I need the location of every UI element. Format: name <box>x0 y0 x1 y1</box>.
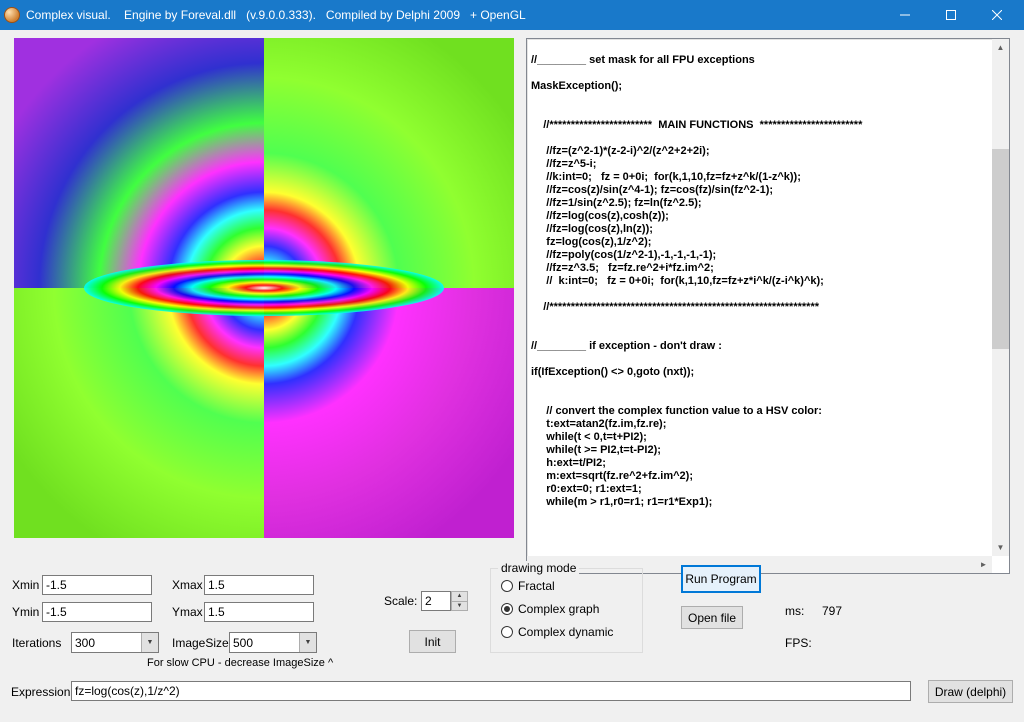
ms-value: 797 <box>822 604 842 618</box>
scroll-right-icon[interactable]: ► <box>975 556 992 573</box>
chevron-down-icon[interactable]: ▼ <box>141 633 158 652</box>
minimize-button[interactable] <box>882 0 928 30</box>
fps-label: FPS: <box>785 636 812 650</box>
vertical-scrollbar[interactable]: ▲ ▼ <box>992 39 1009 556</box>
drawing-mode-legend: drawing mode <box>498 561 579 575</box>
cpu-hint: For slow CPU - decrease ImageSize ^ <box>147 657 333 669</box>
init-button[interactable]: Init <box>409 630 456 653</box>
scroll-down-icon[interactable]: ▼ <box>992 539 1009 556</box>
drawing-mode-group: drawing mode Fractal Complex graph Compl… <box>490 568 643 653</box>
scale-spinner[interactable]: ▲▼ <box>451 591 468 611</box>
titlebar: Complex visual. Engine by Foreval.dll (v… <box>0 0 1024 30</box>
imagesize-combo[interactable]: 500▼ <box>229 632 317 653</box>
render-canvas <box>14 38 514 538</box>
spin-up-icon[interactable]: ▲ <box>452 592 467 602</box>
radio-fractal[interactable]: Fractal <box>501 579 555 593</box>
radio-complex-graph[interactable]: Complex graph <box>501 602 599 616</box>
xmax-input[interactable] <box>204 575 314 595</box>
xmin-input[interactable] <box>42 575 152 595</box>
ymax-input[interactable] <box>204 602 314 622</box>
xmin-label: Xmin <box>12 578 39 592</box>
scroll-up-icon[interactable]: ▲ <box>992 39 1009 56</box>
scale-input[interactable] <box>421 591 451 611</box>
xmax-label: Xmax <box>172 578 203 592</box>
close-button[interactable] <box>974 0 1020 30</box>
code-text[interactable]: //________ set mask for all FPU exceptio… <box>531 41 989 553</box>
ymin-input[interactable] <box>42 602 152 622</box>
ymax-label: Ymax <box>172 605 203 619</box>
open-file-button[interactable]: Open file <box>681 606 743 629</box>
radio-complex-dynamic[interactable]: Complex dynamic <box>501 625 613 639</box>
code-editor[interactable]: //________ set mask for all FPU exceptio… <box>526 38 1010 574</box>
iterations-combo[interactable]: 300▼ <box>71 632 159 653</box>
scroll-thumb[interactable] <box>992 149 1009 349</box>
window-title: Complex visual. Engine by Foreval.dll (v… <box>26 8 882 22</box>
ms-label: ms: <box>785 604 804 618</box>
ymin-label: Ymin <box>12 605 39 619</box>
iterations-label: Iterations <box>12 636 61 650</box>
spin-down-icon[interactable]: ▼ <box>452 602 467 611</box>
expression-input[interactable] <box>71 681 911 701</box>
chevron-down-icon[interactable]: ▼ <box>299 633 316 652</box>
draw-button[interactable]: Draw (delphi) <box>928 680 1013 703</box>
maximize-button[interactable] <box>928 0 974 30</box>
run-program-button[interactable]: Run Program <box>681 565 761 593</box>
expression-label: Expression: <box>11 685 74 699</box>
imagesize-label: ImageSize: <box>172 636 232 650</box>
scale-label: Scale: <box>384 594 417 608</box>
app-icon <box>4 7 20 23</box>
